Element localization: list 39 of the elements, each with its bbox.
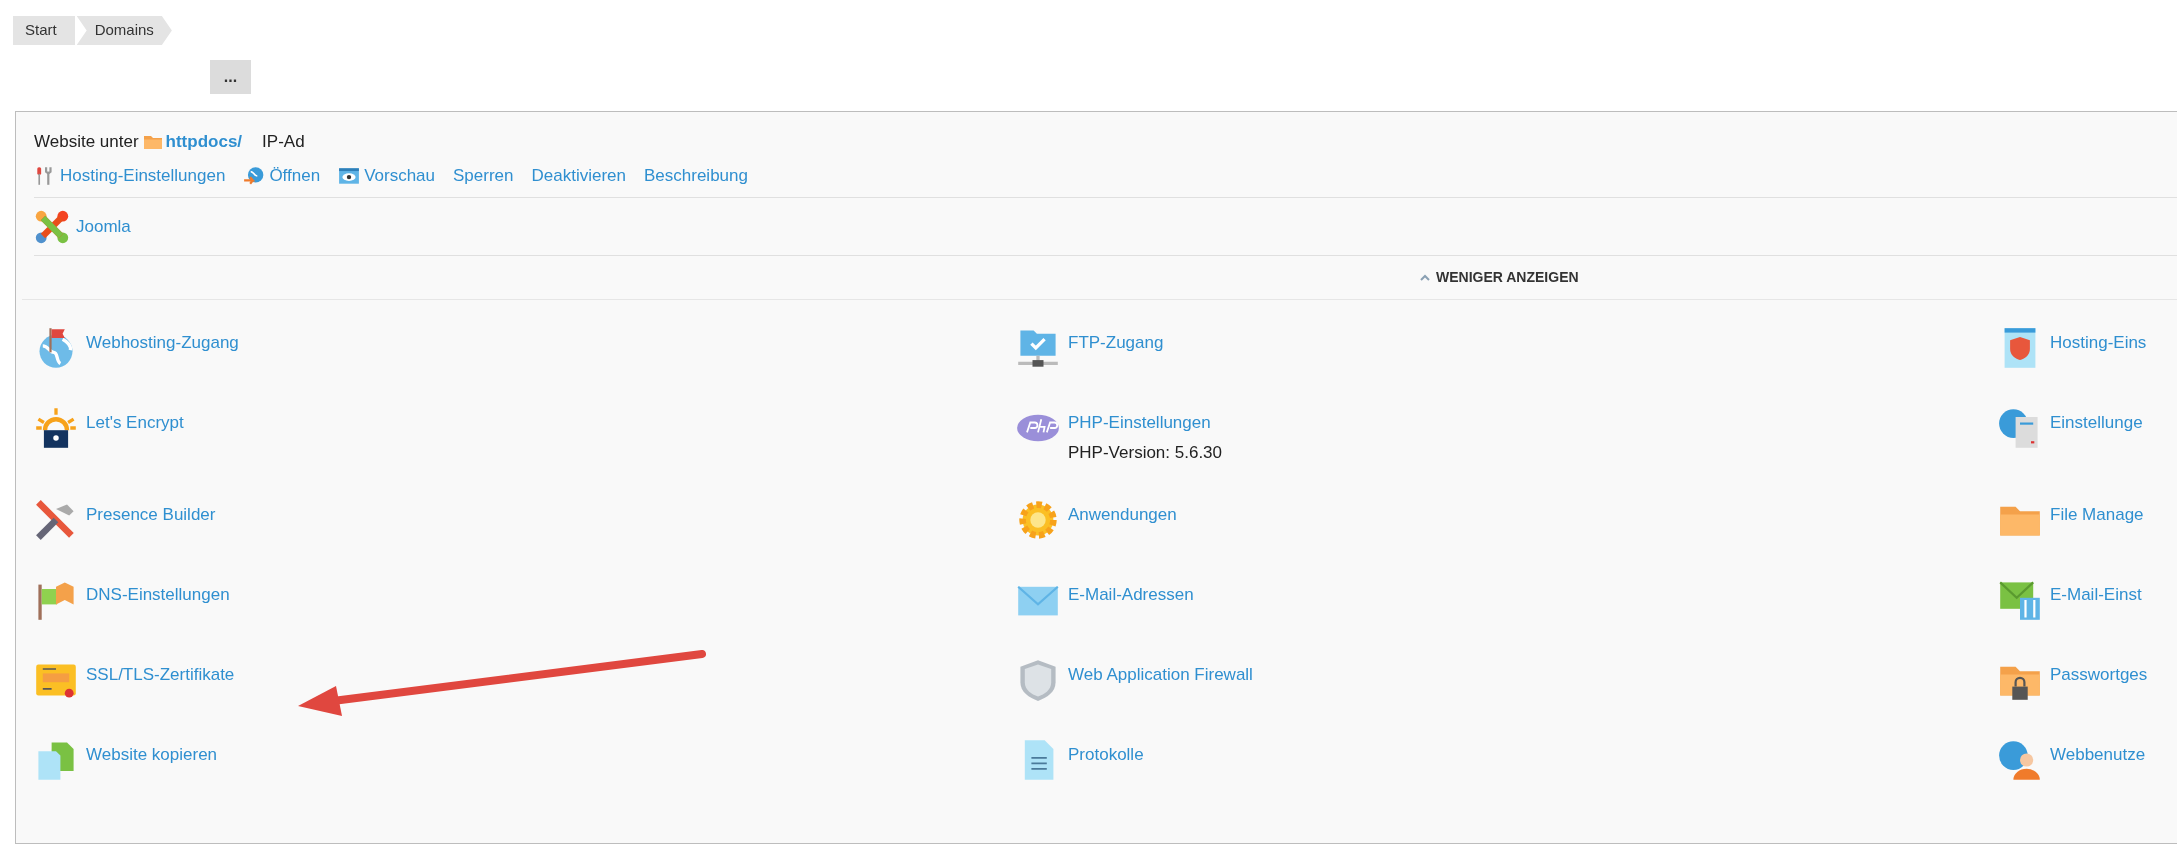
action-link[interactable]: Sperren xyxy=(453,162,514,189)
globe-arrow-icon xyxy=(243,164,266,187)
tool-link[interactable]: Website kopieren xyxy=(86,742,218,768)
action-link[interactable]: Beschreibung xyxy=(644,162,748,189)
php-version-text: PHP-Version: 5.6.30 xyxy=(1068,441,1223,464)
action-link[interactable]: Öffnen xyxy=(243,162,321,189)
tool-link[interactable]: Presence Builder xyxy=(86,502,216,528)
breadcrumb-link[interactable]: Start xyxy=(13,16,75,45)
tool-link[interactable]: Einstellunge xyxy=(2050,410,2143,436)
chevron-up-icon xyxy=(1420,274,1430,281)
tool-link[interactable]: E-Mail-Einst xyxy=(2050,582,2142,608)
tool-link[interactable]: Anwendungen xyxy=(1068,502,1177,528)
breadcrumb-link[interactable]: Domains xyxy=(76,16,172,45)
gear-icon xyxy=(1016,498,1060,542)
tool-link[interactable]: Protokolle xyxy=(1068,742,1144,768)
app-link[interactable]: Joomla xyxy=(34,208,131,245)
globe-user-icon xyxy=(1998,738,2042,782)
website-label: Website unter xyxy=(34,130,139,153)
tool-link[interactable]: Let's Encrypt xyxy=(86,410,184,436)
tool-link[interactable]: SSL/TLS-Zertifikate xyxy=(86,662,235,688)
tool-link[interactable]: Passwortges xyxy=(2050,662,2148,688)
tool-link[interactable]: PHP-Einstellungen xyxy=(1068,410,1223,436)
lock-icon xyxy=(34,406,78,450)
tool-link[interactable]: Webbenutze xyxy=(2050,742,2146,768)
toggle-link[interactable]: WENIGER ANZEIGEN xyxy=(1420,267,1579,288)
tool-link[interactable]: DNS-Einstellungen xyxy=(86,582,230,608)
tool-link[interactable]: Webhosting-Zugang xyxy=(86,330,239,356)
more-button[interactable]: ... xyxy=(210,60,251,94)
action-link[interactable]: Hosting-Einstellungen xyxy=(34,162,226,189)
tool-link[interactable]: Hosting-Eins xyxy=(2050,330,2147,356)
folder-link[interactable]: httpdocs/ xyxy=(142,128,243,155)
tool-link[interactable]: E-Mail-Adressen xyxy=(1068,582,1194,608)
ip-label: IP-Ad xyxy=(262,130,305,153)
action-link[interactable]: Vorschau xyxy=(338,162,435,189)
tool-link[interactable]: File Manage xyxy=(2050,502,2144,528)
tool-link[interactable]: Web Application Firewall xyxy=(1068,662,1253,688)
action-link[interactable]: Deaktivieren xyxy=(531,162,626,189)
tool-link[interactable]: FTP-Zugang xyxy=(1068,330,1164,356)
joomla-icon xyxy=(34,208,70,245)
